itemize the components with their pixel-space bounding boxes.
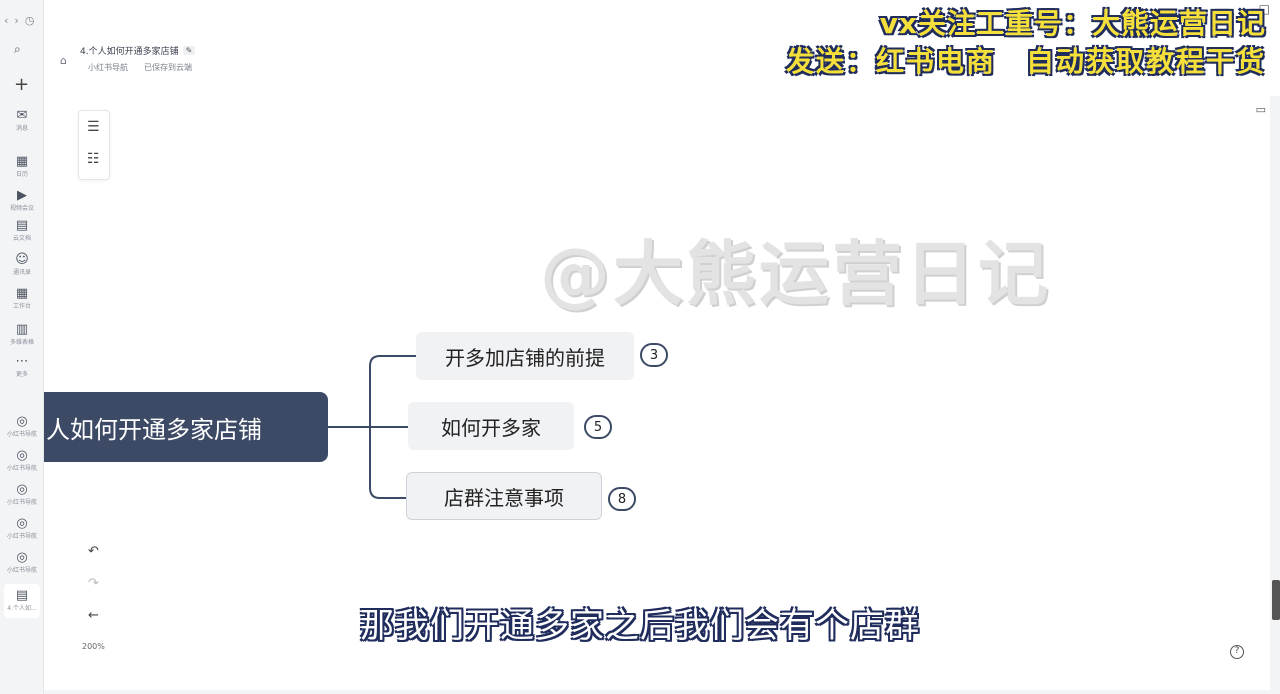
video-subtitle: 那我们开通多家之后我们会有个店群 — [360, 606, 920, 646]
mindmap-links — [328, 355, 416, 499]
mindmap-node-store-group-notes[interactable]: 店群注意事项 — [406, 472, 602, 520]
link-child-3 — [369, 427, 406, 499]
collapsed-count-badge[interactable]: 5 — [584, 415, 612, 439]
collapsed-count-badge[interactable]: 3 — [640, 343, 668, 367]
collapsed-count-badge[interactable]: 8 — [608, 487, 636, 511]
mindmap-root-node[interactable]: 人如何开通多家店铺 — [44, 392, 328, 462]
mindmap-node-prerequisites[interactable]: 开多加店铺的前提 — [416, 332, 634, 380]
mindmap-node-how-to-open[interactable]: 如何开多家 — [408, 402, 574, 450]
